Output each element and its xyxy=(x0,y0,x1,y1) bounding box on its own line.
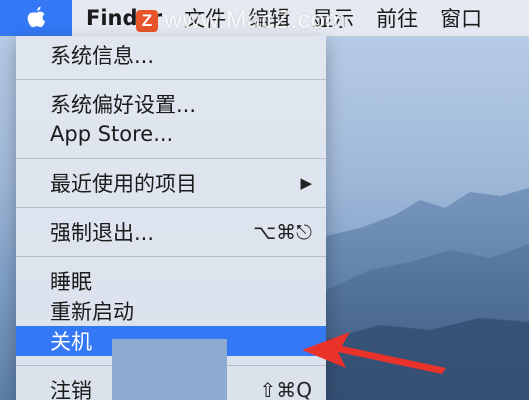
menu-item-system-info[interactable]: 系统信息... xyxy=(16,40,326,70)
menu-item-shortcut: ⌥⌘⎋ xyxy=(253,220,312,244)
menu-item-restart[interactable]: 重新启动 xyxy=(16,296,326,326)
menu-item-force-quit[interactable]: 强制退出... ⌥⌘⎋ xyxy=(16,217,326,247)
menu-view[interactable]: 显示 xyxy=(301,0,365,36)
menu-item-shortcut: ⇧⌘Q xyxy=(259,378,313,400)
apple-menu-button[interactable] xyxy=(0,0,72,36)
menu-item-label: 系统信息... xyxy=(50,44,155,68)
menu-edit[interactable]: 编辑 xyxy=(237,0,301,36)
redacted-username-block xyxy=(112,339,227,400)
menu-item-recent-items[interactable]: 最近使用的项目 ▶ xyxy=(16,168,326,198)
menu-bar: Finder 文件 编辑 显示 前往 窗口 xyxy=(0,0,529,37)
menu-item-system-preferences[interactable]: 系统偏好设置... xyxy=(16,89,326,119)
menu-separator xyxy=(16,207,326,208)
menu-go[interactable]: 前往 xyxy=(365,0,429,36)
menu-item-label: 强制退出... xyxy=(50,221,155,245)
menu-item-label: 最近使用的项目 xyxy=(50,172,197,196)
apple-logo-icon xyxy=(27,6,46,28)
menu-item-label: App Store... xyxy=(50,122,174,146)
menu-window[interactable]: 窗口 xyxy=(429,0,493,36)
menu-item-label: 系统偏好设置... xyxy=(50,93,197,117)
menu-separator xyxy=(16,79,326,80)
menu-item-app-store[interactable]: App Store... xyxy=(16,119,326,149)
menu-item-label: 睡眠 xyxy=(50,270,92,294)
menu-finder[interactable]: Finder xyxy=(72,0,173,36)
menu-item-label: 重新启动 xyxy=(50,300,134,324)
menu-file[interactable]: 文件 xyxy=(173,0,237,36)
menu-separator xyxy=(16,256,326,257)
menu-separator xyxy=(16,158,326,159)
menu-item-sleep[interactable]: 睡眠 xyxy=(16,266,326,296)
submenu-arrow-icon: ▶ xyxy=(300,174,312,192)
desktop-screen: Finder 文件 编辑 显示 前往 窗口 Z www.MacZ.com 系统信… xyxy=(0,0,529,400)
